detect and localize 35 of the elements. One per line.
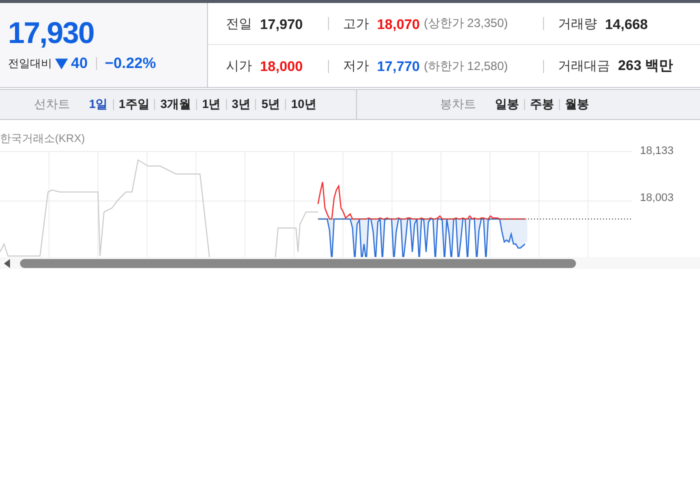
chart-type-label: 봉차트 <box>440 96 476 113</box>
stat-value: 17,770 <box>377 58 420 74</box>
stat-value: 17,970 <box>260 16 303 32</box>
current-price: 17,930 <box>8 17 95 51</box>
stat-label: 거래량 <box>558 14 597 32</box>
period-tab[interactable]: 1주일 <box>114 96 154 113</box>
stat-value: 263 백만 <box>618 57 674 75</box>
stat-label: 저가 <box>343 57 369 75</box>
chart-type-label: 선차트 <box>34 96 70 113</box>
period-tab[interactable]: 1년 <box>197 96 226 113</box>
stat-value: 18,000 <box>260 58 303 74</box>
change-label: 전일대비 <box>8 57 52 71</box>
stat-value: 18,070 <box>377 16 420 32</box>
exchange-label: 한국거래소(KRX) <box>0 132 86 145</box>
period-tab[interactable]: 월봉 <box>560 96 594 113</box>
change-amount: 40 <box>71 55 88 72</box>
price-limit: (상한가 23,350) <box>424 15 508 32</box>
period-tab[interactable]: 주봉 <box>525 96 559 113</box>
stat-label: 고가 <box>343 14 369 32</box>
stat-value: 14,668 <box>605 16 648 32</box>
period-tab[interactable]: 5년 <box>256 96 286 113</box>
price-limit: (하한가 12,580) <box>424 58 508 74</box>
scrollbar-thumb[interactable] <box>20 258 576 268</box>
period-tab[interactable]: 일봉 <box>490 96 524 113</box>
axis-tick-label: 18,003 <box>640 192 674 204</box>
axis-tick-label: 18,133 <box>640 145 674 157</box>
period-tab[interactable]: 3년 <box>226 96 256 113</box>
period-tab[interactable]: 3개월 <box>155 96 196 113</box>
stat-label: 거래대금 <box>558 57 610 75</box>
stat-label: 전일 <box>226 14 252 32</box>
change-rate: −0.22% <box>104 55 156 72</box>
stat-label: 시가 <box>226 57 252 75</box>
scroll-left-icon[interactable] <box>4 258 10 268</box>
period-tab[interactable]: 1일 <box>84 96 113 113</box>
period-tab[interactable]: 10년 <box>286 96 322 113</box>
